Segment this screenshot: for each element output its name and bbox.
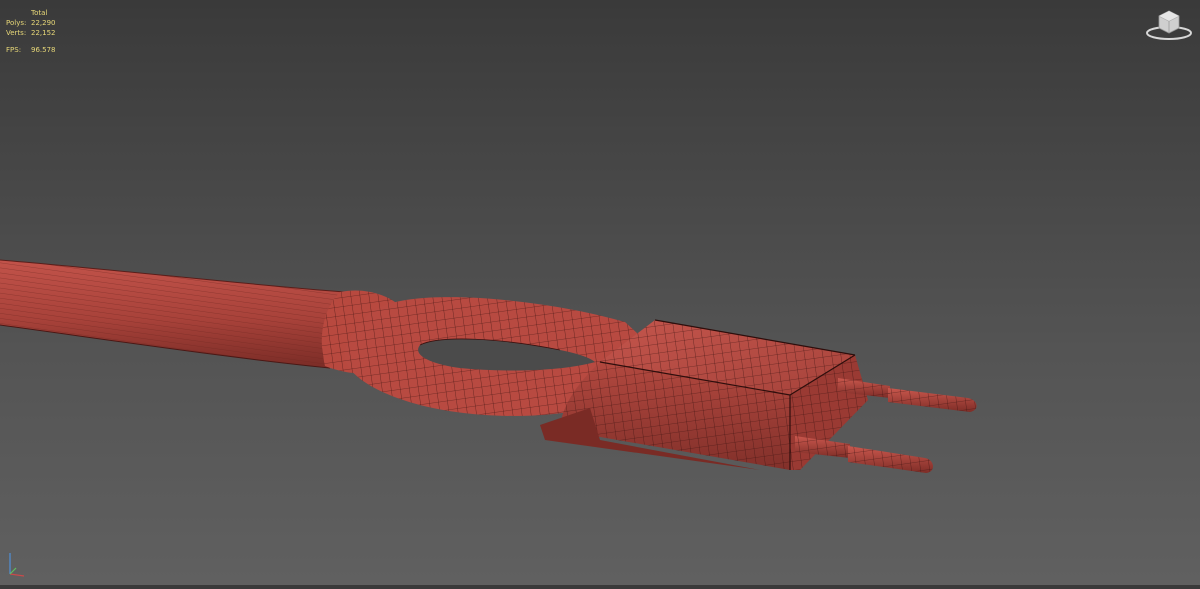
stats-polys-row: Polys: 22,290 [6,18,56,28]
viewport[interactable] [0,0,1200,585]
stats-column-header: Total [31,9,48,17]
polys-value: 22,290 [31,19,56,27]
fps-value: 96.578 [31,46,56,54]
viewcube-icon[interactable] [1144,6,1194,42]
fps-label: FPS: [6,46,22,54]
axis-tripod-icon [4,548,34,580]
verts-label: Verts: [6,29,27,37]
polys-label: Polys: [6,19,27,27]
verts-value: 22,152 [31,29,56,37]
stats-fps-row: FPS: 96.578 [6,45,56,55]
cable [0,259,346,369]
stats-verts-row: Verts: 22,152 [6,28,56,38]
plug-pin-lower [795,436,934,473]
viewport-statistics: Total Polys: 22,290 Verts: 22,152 FPS: 9… [6,8,56,55]
mesh-render [0,259,977,473]
